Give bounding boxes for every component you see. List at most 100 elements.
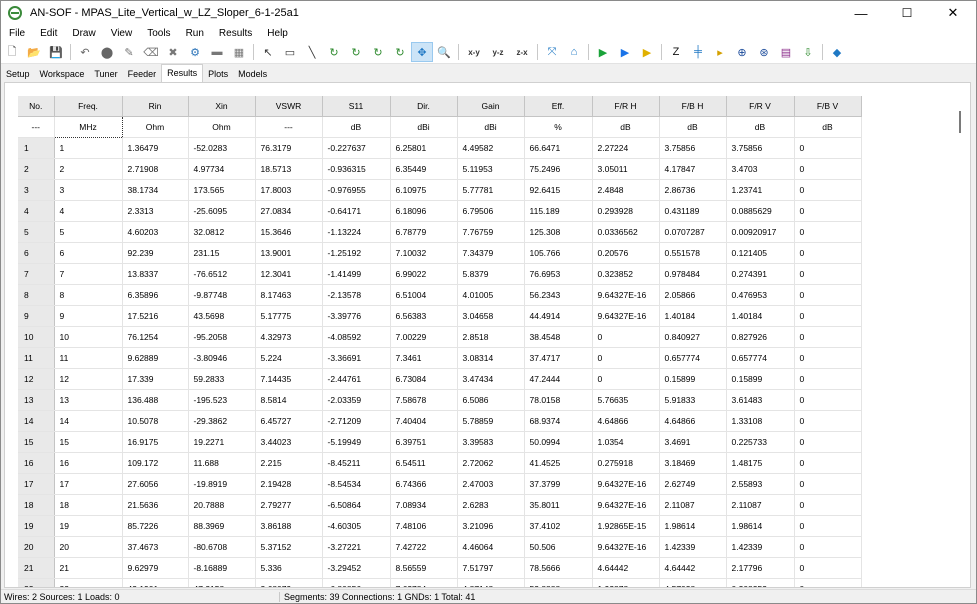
table-cell[interactable]: 5.78859: [457, 410, 525, 432]
menu-run[interactable]: Run: [178, 28, 211, 39]
table-cell[interactable]: 0: [794, 137, 862, 159]
table-cell[interactable]: -0.976955: [322, 179, 391, 201]
home-icon[interactable]: ⌂: [563, 42, 585, 62]
table-cell[interactable]: 6.79506: [457, 200, 525, 222]
table-cell[interactable]: 88.3969: [188, 515, 256, 537]
row-header[interactable]: 7: [18, 263, 55, 285]
table-cell[interactable]: 0.978484: [659, 263, 727, 285]
table-row[interactable]: 1 1 1.36479 -52.0283 76.3179 -0.227637 6.25801…: [18, 137, 862, 159]
table-cell[interactable]: 22: [54, 578, 123, 587]
table-cell[interactable]: 7.34379: [457, 242, 525, 264]
column-header[interactable]: S11: [322, 96, 391, 117]
table-cell[interactable]: 9.64327E-16: [592, 494, 660, 516]
table-cell[interactable]: 6.78779: [390, 221, 458, 243]
chart-icon[interactable]: ▤: [775, 42, 797, 62]
table-cell[interactable]: -3.27221: [322, 536, 391, 558]
table-cell[interactable]: 4.60203: [122, 221, 189, 243]
current-icon[interactable]: ╪: [687, 42, 709, 62]
table-cell[interactable]: 6.99022: [390, 263, 458, 285]
table-cell[interactable]: 0.840927: [659, 326, 727, 348]
table-cell[interactable]: 18.5713: [255, 158, 323, 180]
table-cell[interactable]: 9.64327E-16: [592, 473, 660, 495]
table-cell[interactable]: 0: [794, 326, 862, 348]
table-cell[interactable]: 0.20576: [592, 242, 660, 264]
table-cell[interactable]: 92.6415: [524, 179, 593, 201]
vertical-scrollbar[interactable]: [957, 91, 963, 581]
table-cell[interactable]: 0: [794, 515, 862, 537]
view-yz-button[interactable]: y-z: [486, 42, 510, 62]
menu-help[interactable]: Help: [259, 28, 295, 39]
table-cell[interactable]: 0: [794, 494, 862, 516]
table-cell[interactable]: 5.37152: [255, 536, 323, 558]
table-row[interactable]: 7 7 13.8337 -76.6512 12.3041 -1.41499 6.99022 5…: [18, 263, 862, 285]
table-cell[interactable]: 6.45727: [255, 410, 323, 432]
tab-tuner[interactable]: Tuner: [89, 67, 122, 82]
row-header[interactable]: 22: [18, 578, 55, 587]
table-cell[interactable]: 18: [54, 494, 123, 516]
tab-feeder[interactable]: Feeder: [123, 67, 162, 82]
table-cell[interactable]: 0: [794, 410, 862, 432]
table-row[interactable]: 11 11 9.62889 -3.80946 5.224 -3.36691 7.3461 3.…: [18, 347, 862, 369]
table-cell[interactable]: 6.5086: [457, 389, 525, 411]
table-cell[interactable]: 10: [54, 326, 123, 348]
table-row[interactable]: 222243.190147.21582.68079-6.808567.63784…: [18, 578, 862, 587]
table-cell[interactable]: 0: [794, 368, 862, 390]
table-cell[interactable]: 4.01005: [457, 284, 525, 306]
delete-icon[interactable]: ✖: [162, 42, 184, 62]
table-cell[interactable]: 0.0885629: [726, 200, 795, 222]
table-row[interactable]: 18 18 21.5636 20.7888 2.79277 -6.50864 7.08934…: [18, 494, 862, 516]
table-cell[interactable]: 1: [54, 137, 123, 159]
table-cell[interactable]: 3.05011: [592, 158, 660, 180]
table-cell[interactable]: 15.3646: [255, 221, 323, 243]
table-cell[interactable]: 6.73084: [390, 368, 458, 390]
table-cell[interactable]: 0.293928: [592, 200, 660, 222]
table-cell[interactable]: 0: [794, 452, 862, 474]
tab-results[interactable]: Results: [161, 64, 204, 82]
table-cell[interactable]: -0.227637: [322, 137, 391, 159]
table-cell[interactable]: 27.0834: [255, 200, 323, 222]
zoom-icon[interactable]: 🔍: [433, 42, 455, 62]
table-cell[interactable]: 17: [54, 473, 123, 495]
unit-cell[interactable]: dB: [659, 116, 727, 138]
table-cell[interactable]: 6.35896: [122, 284, 189, 306]
table-cell[interactable]: 7.48106: [390, 515, 458, 537]
table-cell[interactable]: -6.80856: [322, 578, 391, 587]
table-cell[interactable]: 109.172: [122, 452, 189, 474]
table-cell[interactable]: -0.936315: [322, 158, 391, 180]
table-cell[interactable]: 78.0158: [524, 389, 593, 411]
maximize-button[interactable]: ☐: [884, 1, 930, 25]
table-cell[interactable]: 0: [794, 305, 862, 327]
table-cell[interactable]: 3.04658: [457, 305, 525, 327]
table-cell[interactable]: -2.44761: [322, 368, 391, 390]
table-cell[interactable]: 4.49582: [457, 137, 525, 159]
table-cell[interactable]: 4.57038: [659, 578, 727, 587]
table-cell[interactable]: -4.60305: [322, 515, 391, 537]
table-cell[interactable]: -95.2058: [188, 326, 256, 348]
stop-icon[interactable]: ⬤: [96, 42, 118, 62]
scrollbar-thumb[interactable]: [959, 111, 961, 133]
table-cell[interactable]: 11.688: [188, 452, 256, 474]
table-cell[interactable]: -1.13224: [322, 221, 391, 243]
table-cell[interactable]: 10.5078: [122, 410, 189, 432]
table-cell[interactable]: 4.64442: [659, 557, 727, 579]
table-cell[interactable]: 6.54511: [390, 452, 458, 474]
table-cell[interactable]: -3.39776: [322, 305, 391, 327]
rotate-3d-icon[interactable]: ↻: [389, 42, 411, 62]
minimize-button[interactable]: —: [838, 1, 884, 25]
table-cell[interactable]: 4: [54, 200, 123, 222]
table-cell[interactable]: 0.0336562: [592, 221, 660, 243]
table-cell[interactable]: 3.75856: [659, 137, 727, 159]
table-cell[interactable]: 13.9001: [255, 242, 323, 264]
table-cell[interactable]: 19: [54, 515, 123, 537]
table-cell[interactable]: 0: [794, 263, 862, 285]
table-cell[interactable]: 0: [794, 221, 862, 243]
table-cell[interactable]: 3.39583: [457, 431, 525, 453]
table-cell[interactable]: 0: [794, 431, 862, 453]
table-cell[interactable]: -25.6095: [188, 200, 256, 222]
table-cell[interactable]: 6.10975: [390, 179, 458, 201]
rotate-y-icon[interactable]: ↻: [345, 42, 367, 62]
table-row[interactable]: 17 17 27.6056 -19.8919 2.19428 -8.54534 6.7436…: [18, 473, 862, 495]
view-zx-button[interactable]: z-x: [510, 42, 534, 62]
table-cell[interactable]: 9.64327E-16: [592, 284, 660, 306]
table-cell[interactable]: 6.39751: [390, 431, 458, 453]
